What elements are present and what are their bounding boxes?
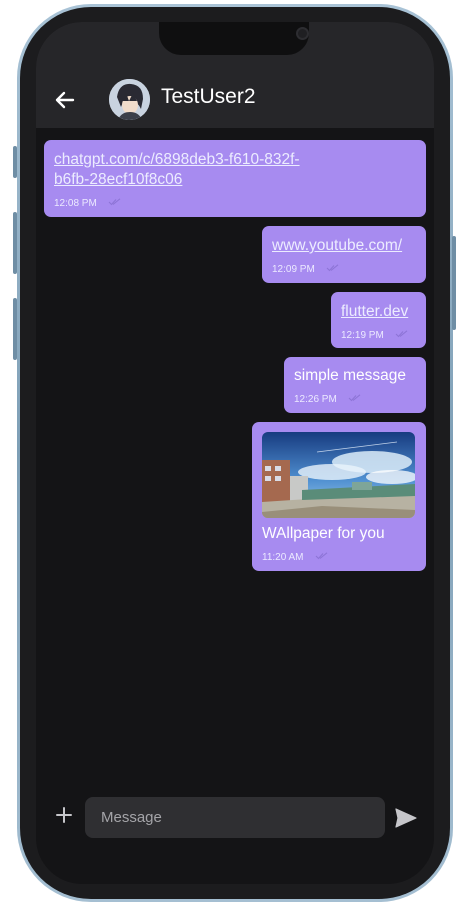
message-image[interactable] — [262, 432, 415, 518]
message-text: WAllpaper for you — [262, 525, 385, 542]
back-button[interactable] — [52, 88, 78, 112]
message-bubble[interactable]: simple message 12:26 PM — [284, 357, 426, 413]
message-bubble[interactable]: www.youtube.com/ 12:09 PM — [262, 226, 426, 283]
message-meta: 12:08 PM — [54, 191, 416, 210]
double-check-icon — [315, 552, 327, 560]
front-camera — [296, 27, 309, 40]
avatar[interactable] — [109, 79, 150, 120]
message-meta: 11:20 AM — [262, 545, 416, 564]
message-meta: 12:19 PM — [341, 323, 416, 342]
contact-name: TestUser2 — [161, 85, 256, 108]
arrow-left-icon — [55, 91, 75, 109]
send-icon — [395, 808, 417, 828]
message-bubble[interactable]: flutter.dev 12:19 PM — [331, 292, 426, 348]
message-link-line[interactable]: chatgpt.com/c/6898deb3-f610-832f- — [54, 151, 300, 168]
plus-icon — [56, 807, 72, 823]
message-bubble[interactable]: chatgpt.com/c/6898deb3-f610-832f-b6fb-28… — [44, 140, 426, 217]
avatar-image — [109, 79, 150, 120]
message-bubble[interactable]: WAllpaper for you 11:20 AM — [252, 422, 426, 571]
message-link-line[interactable]: b6fb-28ecf10f8c06 — [54, 171, 182, 188]
power-button — [452, 236, 456, 330]
message-time: 12:19 PM — [341, 330, 384, 341]
message-time: 12:08 PM — [54, 198, 97, 209]
message-meta: 12:26 PM — [294, 387, 416, 406]
action-button — [13, 146, 17, 178]
attach-button[interactable] — [54, 805, 74, 825]
double-check-icon — [108, 198, 121, 206]
notch — [159, 22, 309, 55]
send-button[interactable] — [394, 807, 418, 829]
message-input[interactable]: Message — [85, 797, 385, 838]
message-meta: 12:09 PM — [272, 257, 416, 276]
wallpaper-image — [262, 432, 415, 518]
message-text: simple message — [294, 367, 406, 384]
volume-down-button — [13, 298, 17, 360]
double-check-icon — [348, 394, 361, 402]
volume-up-button — [13, 212, 17, 274]
message-link[interactable]: chatgpt.com/c/6898deb3-f610-832f-b6fb-28… — [54, 150, 416, 190]
message-time: 12:26 PM — [294, 394, 337, 405]
message-link[interactable]: flutter.dev — [341, 302, 416, 322]
double-check-icon — [395, 330, 408, 338]
message-time: 12:09 PM — [272, 264, 315, 275]
message-time: 11:20 AM — [262, 552, 304, 563]
message-link[interactable]: www.youtube.com/ — [272, 236, 416, 256]
message-placeholder: Message — [101, 809, 162, 826]
chat-screen: TestUser2 chatgpt.com/c/6898deb3-f610-83… — [36, 22, 434, 884]
double-check-icon — [326, 264, 339, 272]
